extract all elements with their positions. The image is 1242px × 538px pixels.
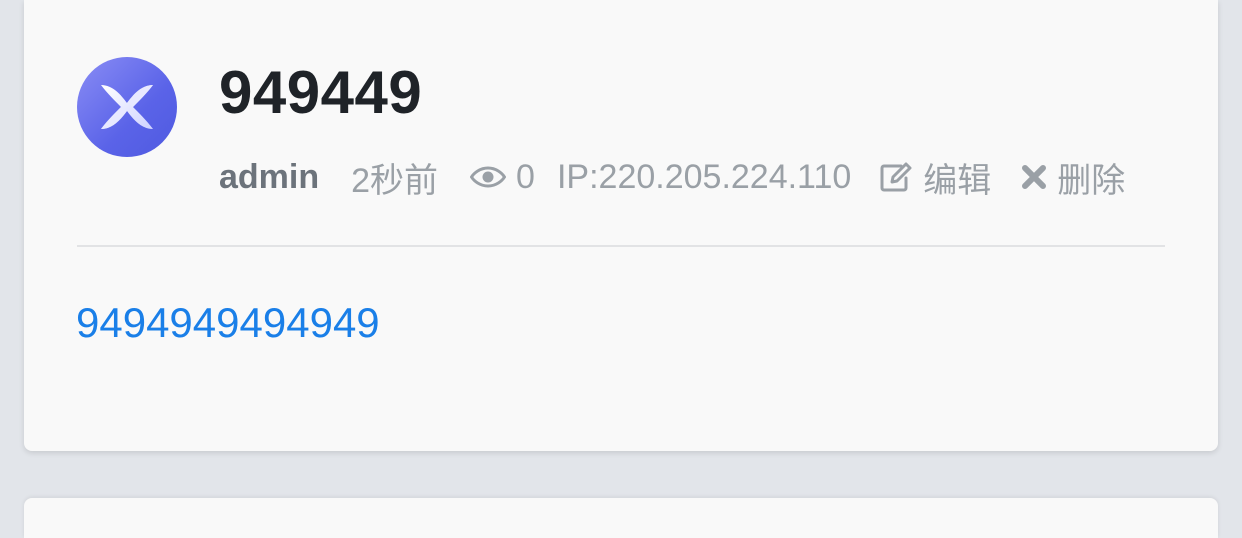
edit-button[interactable]: 编辑	[879, 153, 991, 202]
post-meta: admin 2秒前 0 IP:220.205.224.110 编辑 删除	[219, 153, 1125, 202]
post-views: 0	[470, 158, 535, 197]
x-logo-icon	[101, 85, 153, 129]
delete-label: 删除	[1057, 161, 1126, 200]
delete-button[interactable]: 删除	[1021, 153, 1125, 202]
edit-label: 编辑	[923, 161, 992, 200]
post-author[interactable]: admin	[219, 158, 319, 197]
views-count: 0	[516, 157, 535, 196]
divider	[77, 245, 1165, 247]
eye-icon	[470, 166, 507, 188]
post-time: 2秒前	[351, 161, 439, 200]
post-card: 949449 admin 2秒前 0 IP:220.205.224.110 编辑…	[24, 0, 1218, 451]
edit-icon	[880, 162, 912, 192]
next-post-card	[24, 498, 1218, 538]
post-title[interactable]: 949449	[219, 56, 422, 130]
avatar[interactable]	[77, 57, 177, 157]
close-icon	[1022, 165, 1047, 189]
post-ip: IP:220.205.224.110	[556, 157, 852, 196]
post-content-link[interactable]: 9494949494949	[76, 296, 380, 350]
